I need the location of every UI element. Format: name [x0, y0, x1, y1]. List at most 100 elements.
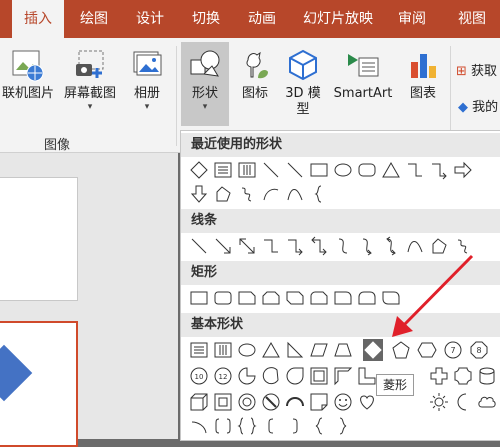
3d-models-button[interactable]: 3D 模 型: [280, 42, 326, 126]
shape-curved-double-arrow[interactable]: [381, 235, 401, 257]
shape-left-brace[interactable]: [309, 415, 329, 437]
shape-textbox[interactable]: [213, 159, 233, 181]
tab-design[interactable]: 设计: [124, 0, 176, 38]
shape-right-brace[interactable]: [333, 415, 353, 437]
shape-oval[interactable]: [237, 339, 257, 361]
tab-insert[interactable]: 插入: [12, 0, 64, 38]
shape-round-same-side-rectangle[interactable]: [357, 287, 377, 309]
shape-plaque[interactable]: [453, 365, 473, 387]
shape-curved-arrow[interactable]: [357, 235, 377, 257]
shape-cross[interactable]: [429, 365, 449, 387]
shape-curve[interactable]: [405, 235, 425, 257]
diamond-shape[interactable]: [0, 344, 33, 402]
shape-donut[interactable]: [237, 391, 257, 413]
shape-arc[interactable]: [261, 183, 281, 205]
shape-diamond[interactable]: [189, 159, 209, 181]
shape-block-arc[interactable]: [285, 391, 305, 413]
shape-octagon[interactable]: 8: [469, 339, 489, 361]
slide-thumbnail-2[interactable]: [0, 321, 78, 447]
online-pictures-button[interactable]: 联机图片: [0, 42, 56, 126]
shape-line-arrow[interactable]: [213, 235, 233, 257]
shape-double-bracket[interactable]: [213, 415, 233, 437]
shape-smiley-face[interactable]: [333, 391, 353, 413]
shape-pentagon[interactable]: [391, 339, 411, 361]
shape-cloud[interactable]: [477, 391, 497, 413]
shape-heart[interactable]: [357, 391, 377, 413]
shape-round-diagonal-rectangle[interactable]: [381, 287, 401, 309]
shape-scribble[interactable]: [453, 235, 473, 257]
shape-vertical-textbox[interactable]: [213, 339, 233, 361]
shape-triangle[interactable]: [261, 339, 281, 361]
icons-button[interactable]: 图标: [233, 42, 277, 126]
shape-elbow-connector[interactable]: [261, 235, 281, 257]
shape-snip-corner-rectangle[interactable]: [237, 287, 257, 309]
shape-dodecagon[interactable]: 12: [213, 365, 233, 387]
shape-line[interactable]: [261, 159, 281, 181]
shapes-button[interactable]: 形状 ▾: [181, 42, 229, 126]
screenshot-button[interactable]: 屏幕截图 ▾: [58, 42, 122, 126]
chart-button[interactable]: 图表: [401, 42, 445, 126]
my-addins-button[interactable]: ◆ 我的: [458, 96, 498, 115]
shape-curve[interactable]: [285, 183, 305, 205]
shape-right-bracket[interactable]: [285, 415, 305, 437]
shape-triangle[interactable]: [381, 159, 401, 181]
shape-line[interactable]: [189, 235, 209, 257]
shape-brace[interactable]: [309, 183, 329, 205]
shape-freeform[interactable]: [213, 183, 233, 205]
shape-l-shape[interactable]: [357, 365, 377, 387]
shape-parallelogram[interactable]: [309, 339, 329, 361]
shape-decagon[interactable]: 10: [189, 365, 209, 387]
smartart-button[interactable]: SmartArt: [329, 42, 397, 126]
album-button[interactable]: 相册 ▾: [124, 42, 170, 126]
shape-rectangle[interactable]: [309, 159, 329, 181]
shape-sun[interactable]: [429, 391, 449, 413]
shape-half-frame[interactable]: [333, 365, 353, 387]
shape-arc[interactable]: [189, 415, 209, 437]
shape-rectangle[interactable]: [189, 287, 209, 309]
shape-oval[interactable]: [333, 159, 353, 181]
shape-double-brace[interactable]: [237, 415, 257, 437]
shape-frame[interactable]: [309, 365, 329, 387]
tab-draw[interactable]: 绘图: [68, 0, 120, 38]
shape-teardrop[interactable]: [285, 365, 305, 387]
shape-can[interactable]: [477, 365, 497, 387]
shape-folded-corner[interactable]: [309, 391, 329, 413]
shape-cube[interactable]: [189, 391, 209, 413]
shape-bevel[interactable]: [213, 391, 233, 413]
shape-rounded-rectangle[interactable]: [213, 287, 233, 309]
shape-right-arrow[interactable]: [453, 159, 473, 181]
shape-down-arrow[interactable]: [189, 183, 209, 205]
shape-hexagon[interactable]: [417, 339, 437, 361]
shape-curved-connector[interactable]: [333, 235, 353, 257]
shape-trapezoid[interactable]: [333, 339, 353, 361]
tab-review[interactable]: 审阅: [386, 0, 438, 38]
shape-snip-diagonal-rectangle[interactable]: [285, 287, 305, 309]
shape-scribble[interactable]: [237, 183, 257, 205]
shape-right-triangle[interactable]: [285, 339, 305, 361]
slide-thumbnail-1[interactable]: [0, 177, 78, 301]
shape-pie[interactable]: [237, 365, 257, 387]
tab-slideshow[interactable]: 幻灯片放映: [296, 0, 380, 38]
shape-heptagon[interactable]: 7: [443, 339, 463, 361]
get-addins-button[interactable]: ⊞ 获取: [456, 60, 497, 79]
shape-snip-round-rectangle[interactable]: [309, 287, 329, 309]
shape-line[interactable]: [285, 159, 305, 181]
shape-moon[interactable]: [453, 391, 473, 413]
shape-left-bracket[interactable]: [261, 415, 281, 437]
shape-no-symbol[interactable]: [261, 391, 281, 413]
shape-rounded-rectangle[interactable]: [357, 159, 377, 181]
shape-vertical-textbox[interactable]: [237, 159, 257, 181]
shape-freeform[interactable]: [429, 235, 449, 257]
tab-transitions[interactable]: 切换: [180, 0, 232, 38]
shape-snip-same-side-rectangle[interactable]: [261, 287, 281, 309]
shape-diamond[interactable]: [363, 339, 383, 361]
shape-elbow-arrow[interactable]: [285, 235, 305, 257]
shape-elbow-double-arrow[interactable]: [309, 235, 329, 257]
shape-chord[interactable]: [261, 365, 281, 387]
shape-elbow-connector[interactable]: [405, 159, 425, 181]
tab-animations[interactable]: 动画: [236, 0, 288, 38]
shape-round-corner-rectangle[interactable]: [333, 287, 353, 309]
tab-view[interactable]: 视图: [444, 0, 500, 38]
shape-textbox[interactable]: [189, 339, 209, 361]
shape-elbow-arrow[interactable]: [429, 159, 449, 181]
